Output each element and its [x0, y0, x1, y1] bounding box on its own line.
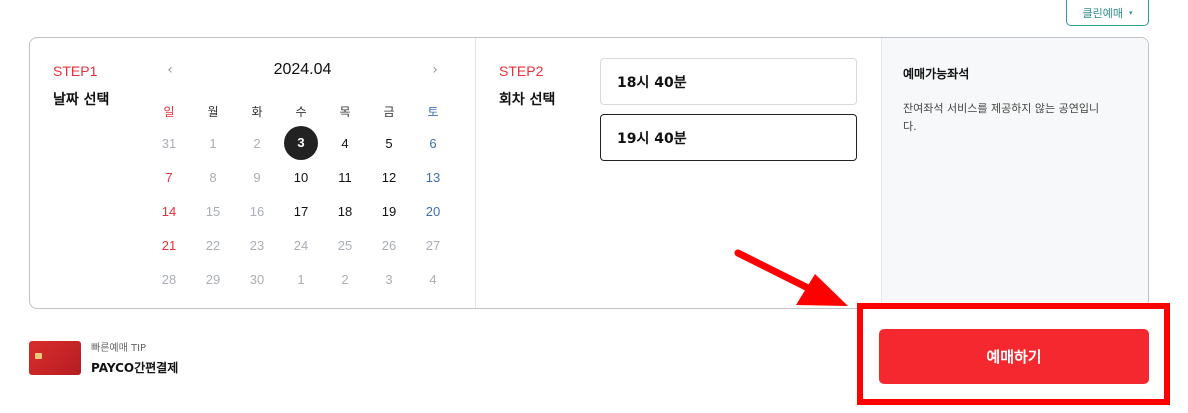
red-arrow-icon: [734, 249, 848, 306]
